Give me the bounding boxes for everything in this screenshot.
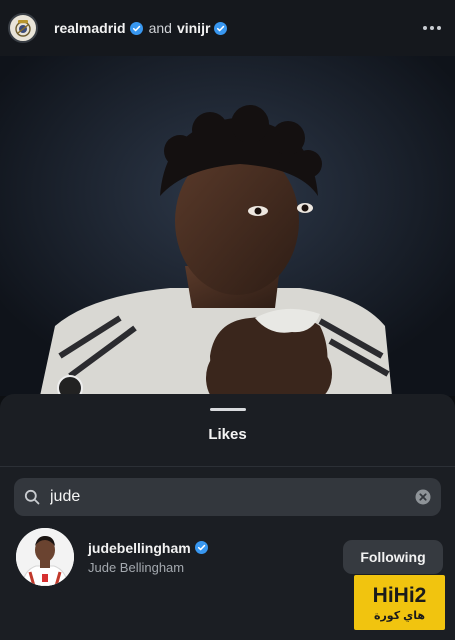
watermark-text: HiHi2 <box>372 583 427 607</box>
sheet-drag-handle[interactable] <box>210 408 246 411</box>
player-photo-illustration <box>0 56 455 396</box>
divider <box>0 466 455 467</box>
watermark-logo-text: HiHi2 <box>373 584 427 608</box>
account-link-realmadrid[interactable]: realmadrid <box>54 20 126 36</box>
authors-conjunction: and <box>148 20 172 36</box>
avatar[interactable] <box>16 528 74 586</box>
sheet-title: Likes <box>208 426 247 443</box>
post-authors: realmadrid and vinijr <box>54 20 228 36</box>
post-header: realmadrid and vinijr <box>0 0 455 56</box>
more-options-icon[interactable] <box>419 18 445 38</box>
verified-badge-icon <box>214 21 228 35</box>
user-info: judebellingham Jude Bellingham <box>88 540 208 575</box>
search-input[interactable] <box>50 488 415 506</box>
username-row: judebellingham <box>88 540 208 556</box>
full-name: Jude Bellingham <box>88 559 185 575</box>
realmadrid-avatar[interactable] <box>8 13 38 43</box>
verified-badge-icon <box>129 21 143 35</box>
account-link-vinijr[interactable]: vinijr <box>177 20 210 36</box>
likes-search-bar <box>14 478 441 516</box>
verified-badge-icon <box>194 541 208 554</box>
watermark-logo: HiHi2 هاي كورة <box>354 575 445 630</box>
username[interactable]: judebellingham <box>88 540 191 556</box>
post-image[interactable] <box>0 56 455 396</box>
user-avatar-illustration <box>16 528 74 586</box>
club-crest-icon <box>15 20 31 37</box>
watermark-subtext: هاي كورة <box>373 609 425 622</box>
clear-search-icon[interactable] <box>415 489 431 505</box>
search-icon <box>24 489 40 505</box>
following-button[interactable]: Following <box>343 540 443 574</box>
